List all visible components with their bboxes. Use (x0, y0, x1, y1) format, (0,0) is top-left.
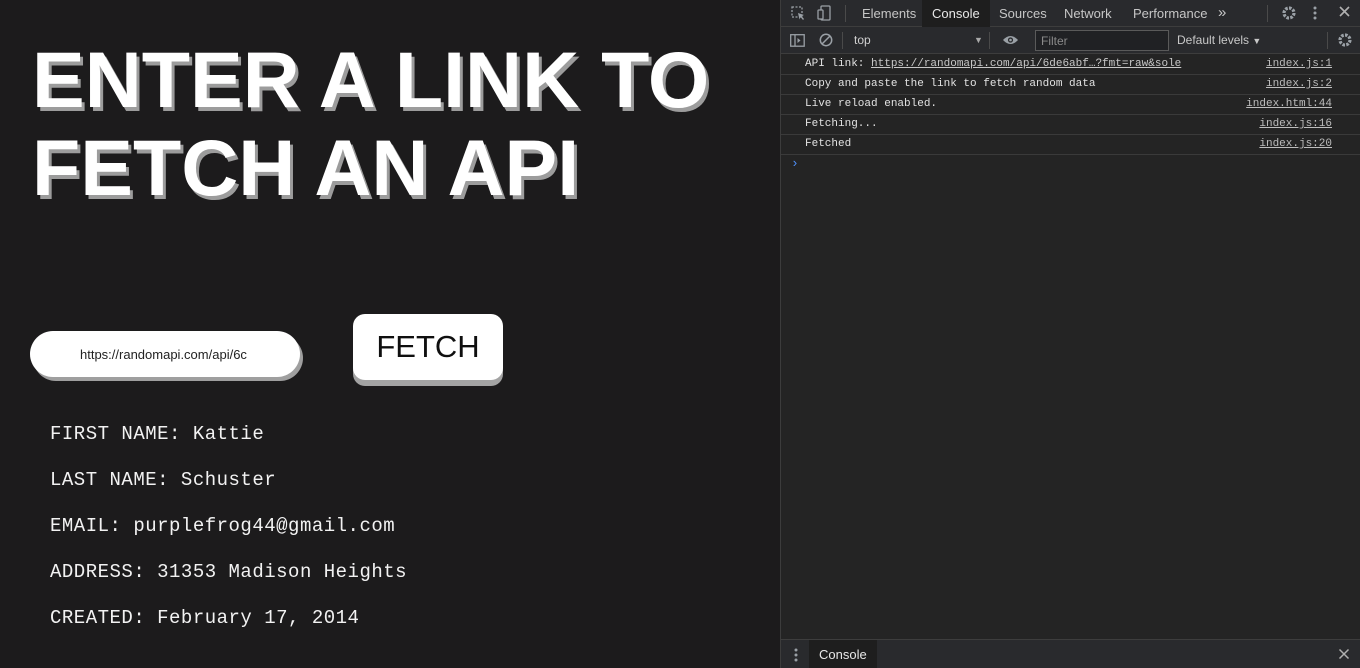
log-source-link[interactable]: index.js:20 (1259, 135, 1332, 154)
eye-icon[interactable] (1002, 34, 1019, 48)
email-line: EMAIL: purplefrog44@gmail.com (50, 515, 396, 537)
first-name-line: FIRST NAME: Kattie (50, 423, 265, 445)
log-levels-dropdown[interactable]: Default levels ▼ (1177, 33, 1261, 47)
tab-sources[interactable]: Sources (989, 0, 1057, 27)
log-row: Fetched index.js:20 (781, 135, 1360, 155)
levels-arrow-icon: ▼ (1252, 36, 1262, 46)
context-selector[interactable]: top (854, 33, 871, 47)
api-url-input[interactable] (30, 331, 300, 377)
headline-line-2: FETCH AN API (32, 123, 580, 212)
log-source-link[interactable]: index.js:16 (1259, 115, 1332, 134)
toolbar-separator-2 (989, 32, 990, 49)
log-source-link[interactable]: index.js:1 (1266, 55, 1332, 74)
drawer-menu-icon[interactable] (794, 647, 798, 665)
dropdown-arrow-icon[interactable]: ▼ (974, 35, 983, 45)
user-info: FIRST NAME: Kattie LAST NAME: Schuster E… (50, 423, 407, 653)
log-message: Fetched (805, 138, 852, 150)
tabbar-separator (845, 5, 846, 22)
tab-network[interactable]: Network (1054, 0, 1122, 27)
log-message: API link: https://randomapi.com/api/6de6… (805, 55, 1181, 74)
log-text: API link: (805, 58, 872, 70)
log-row: Fetching... index.js:16 (781, 115, 1360, 135)
drawer-close-icon[interactable] (1338, 648, 1350, 662)
log-levels-label: Default levels (1177, 33, 1250, 47)
web-page: ENTER A LINK TO FETCH AN API FETCH FIRST… (0, 0, 780, 668)
tab-elements[interactable]: Elements (852, 0, 926, 27)
toolbar-separator (842, 32, 843, 49)
console-filter-input[interactable] (1035, 30, 1169, 51)
close-icon[interactable] (1338, 5, 1351, 20)
log-source-link[interactable]: index.html:44 (1246, 95, 1332, 114)
address-line: ADDRESS: 31353 Madison Heights (50, 561, 408, 583)
device-toolbar-icon[interactable] (817, 5, 832, 23)
toolbar-separator-3 (1327, 32, 1328, 49)
devtools-panel: Elements Console Sources Network Perform… (780, 0, 1360, 668)
inspect-element-icon[interactable] (791, 6, 806, 23)
headline-line-1: ENTER A LINK TO (32, 35, 710, 124)
console-toolbar: top ▼ Default levels ▼ (781, 27, 1360, 54)
tab-console[interactable]: Console (922, 0, 990, 27)
page-headline: ENTER A LINK TO FETCH AN API (32, 36, 752, 212)
chevron-double-right-icon[interactable]: » (1218, 5, 1226, 20)
log-message: Copy and paste the link to fetch random … (805, 78, 1096, 90)
devtools-drawer: Console (781, 639, 1360, 668)
log-row: Copy and paste the link to fetch random … (781, 75, 1360, 95)
api-link[interactable]: https://randomapi.com/api/6de6abf…?fmt=r… (871, 58, 1181, 70)
fetch-button[interactable]: FETCH (353, 314, 503, 380)
created-line: CREATED: February 17, 2014 (50, 607, 360, 629)
tab-performance[interactable]: Performance (1123, 0, 1217, 27)
log-row: Live reload enabled. index.html:44 (781, 95, 1360, 115)
console-settings-gear-icon[interactable] (1337, 32, 1353, 50)
drawer-tab-console[interactable]: Console (809, 640, 877, 668)
last-name-line: LAST NAME: Schuster (50, 469, 277, 491)
log-message: Fetching... (805, 118, 878, 130)
clear-console-icon[interactable] (819, 33, 833, 49)
log-row-api-link: API link: https://randomapi.com/api/6de6… (781, 55, 1360, 75)
sidebar-toggle-icon[interactable] (790, 34, 805, 49)
tabbar-separator-2 (1267, 5, 1268, 22)
devtools-tab-bar: Elements Console Sources Network Perform… (781, 0, 1360, 27)
console-prompt-icon[interactable]: › (791, 156, 799, 171)
console-output: API link: https://randomapi.com/api/6de6… (781, 55, 1360, 639)
gear-icon[interactable] (1281, 5, 1297, 23)
log-message: Live reload enabled. (805, 98, 938, 110)
log-source-link[interactable]: index.js:2 (1266, 75, 1332, 94)
kebab-menu-icon[interactable] (1313, 5, 1317, 23)
